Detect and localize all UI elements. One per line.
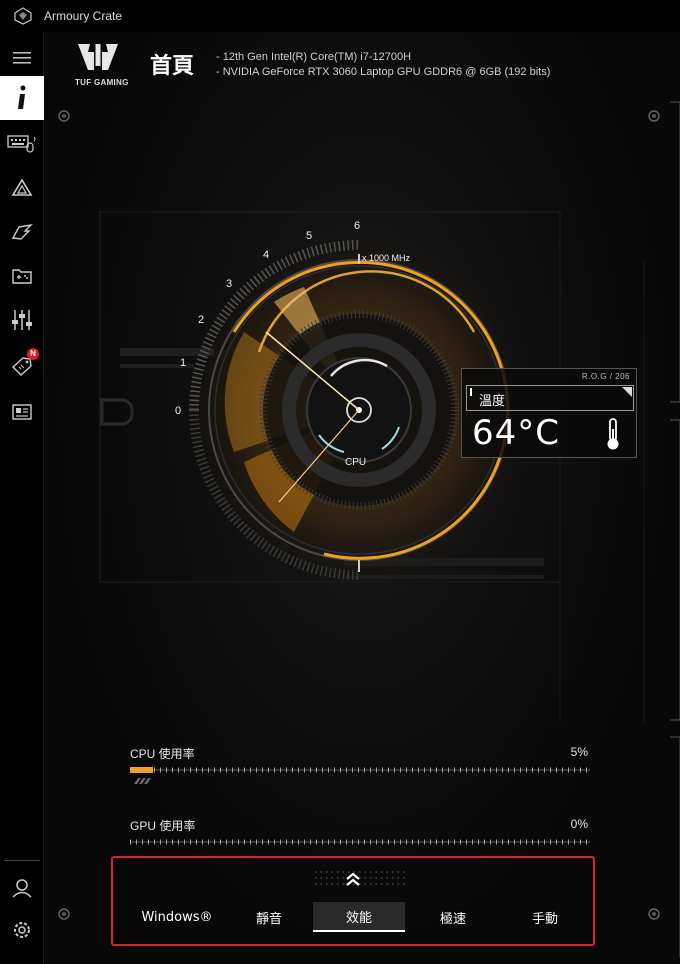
sidebar-item-deals[interactable]: N	[0, 346, 44, 386]
gauge-tick-4: 4	[263, 249, 270, 261]
sidebar-item-news[interactable]	[0, 392, 44, 432]
gauge-tick-6: 6	[354, 220, 361, 232]
armoury-crate-logo-icon	[14, 7, 32, 25]
cpu-usage-label: CPU 使用率	[130, 747, 195, 761]
game-library-icon	[12, 269, 32, 284]
page-title: 首頁	[150, 54, 195, 79]
gear-icon	[14, 922, 30, 938]
sidebar-item-library[interactable]	[0, 256, 44, 296]
gauge-tick-3: 3	[226, 278, 233, 290]
gpu-usage-value: 0%	[570, 817, 588, 831]
keyboard-icon	[7, 135, 36, 153]
temperature-value: 64°C	[472, 413, 561, 453]
gauge-tick-1: 1	[180, 357, 187, 369]
cpu-usage-bar	[130, 767, 590, 784]
sidebar-divider	[4, 860, 40, 861]
sidebar-item-home[interactable]	[0, 76, 44, 120]
sidebar: N	[0, 32, 44, 964]
visual-icon	[11, 223, 33, 240]
window-title: Armoury Crate	[44, 9, 123, 23]
news-icon	[12, 404, 32, 420]
thermometer-icon	[607, 418, 619, 450]
gpu-usage-label: GPU 使用率	[130, 819, 196, 833]
aura-triangle-icon	[11, 178, 33, 196]
mode-performance[interactable]: 效能	[313, 902, 405, 932]
expand-modes-button[interactable]	[339, 868, 367, 890]
brand-label: TUF GAMING	[75, 78, 129, 87]
gauge-unit: x 1000 MHz	[362, 253, 411, 263]
chevron-up-icon	[346, 872, 360, 886]
info-icon	[18, 85, 26, 109]
gpu-spec: - NVIDIA GeForce RTX 3060 Laptop GPU GDD…	[216, 66, 551, 78]
gauge-tick-2: 2	[198, 314, 205, 326]
temperature-label: 溫度	[479, 394, 506, 409]
mode-turbo[interactable]: 極速	[411, 902, 495, 932]
temperature-label-box: 溫度	[466, 385, 634, 411]
temperature-tag: R.O.G / 206	[581, 372, 630, 381]
gauge-center-label: CPU	[345, 457, 367, 468]
gauge-tick-0: 0	[175, 405, 182, 417]
title-bar: Armoury Crate	[0, 0, 680, 32]
mode-manual[interactable]: 手動	[503, 902, 587, 932]
sidebar-item-sliders[interactable]	[0, 300, 44, 340]
operating-mode-panel: Windows® 靜音 效能 極速 手動	[111, 856, 595, 946]
corner-triangle-icon	[622, 387, 632, 397]
sidebar-item-keyboard[interactable]	[0, 124, 44, 164]
user-icon	[12, 879, 32, 898]
sidebar-item-aura[interactable]	[0, 168, 44, 208]
cpu-spec: - 12th Gen Intel(R) Core(TM) i7-12700H	[216, 51, 412, 63]
sidebar-item-account[interactable]	[0, 868, 44, 908]
sliders-icon	[12, 310, 32, 330]
cpu-usage-value: 5%	[570, 745, 588, 759]
temperature-panel: R.O.G / 206 溫度 64°C	[461, 368, 637, 458]
sidebar-item-settings[interactable]	[0, 910, 44, 950]
mode-windows[interactable]: Windows®	[137, 902, 217, 932]
mode-tabs: Windows® 靜音 效能 極速 手動	[113, 902, 593, 934]
mode-silent[interactable]: 靜音	[229, 902, 309, 932]
main-content: 0 1 2 3 4 5 6 x 1000 MHz CPU TUF GAMING …	[44, 32, 680, 964]
sidebar-item-gamevisual[interactable]	[0, 212, 44, 252]
deals-badge: N	[27, 348, 39, 360]
label-marker	[470, 388, 472, 396]
hamburger-icon	[13, 52, 31, 64]
gpu-usage-bar	[130, 839, 590, 845]
menu-button[interactable]	[0, 38, 44, 78]
gauge-tick-5: 5	[306, 230, 313, 242]
